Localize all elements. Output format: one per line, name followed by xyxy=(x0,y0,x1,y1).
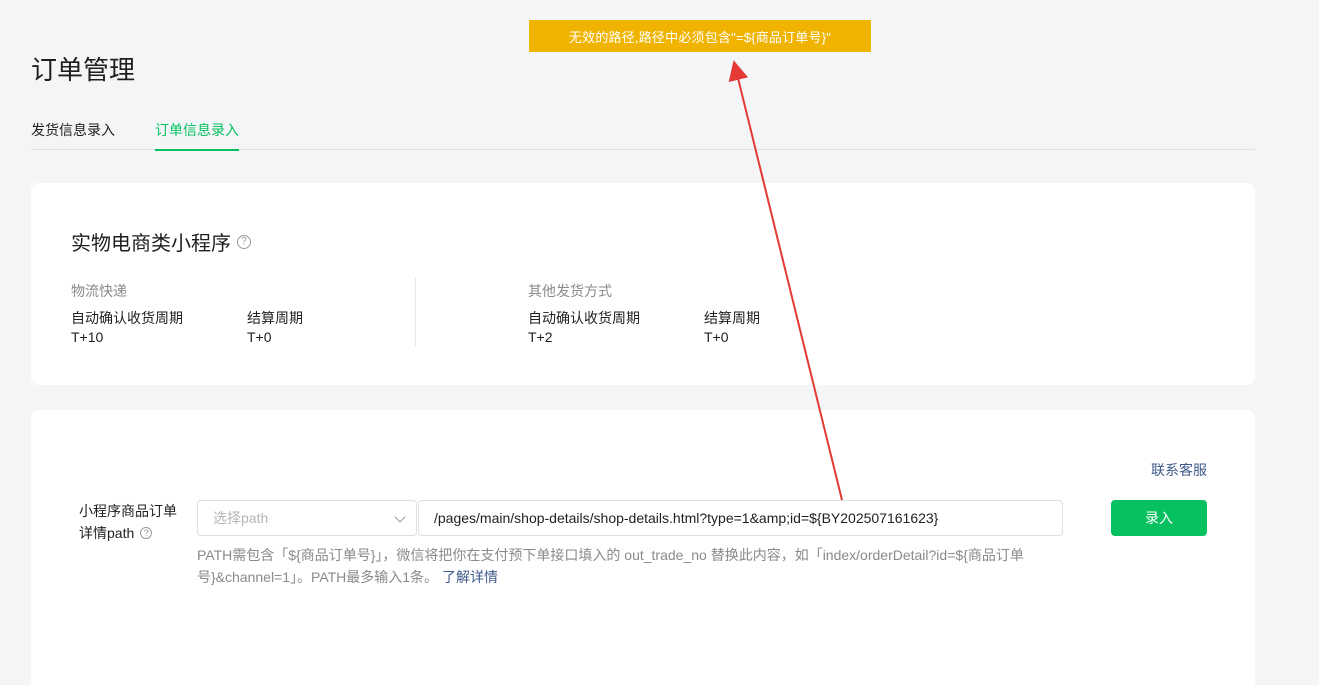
path-hint-text: PATH需包含「${商品订单号}」，微信将把你在支付预下单接口填入的 out_t… xyxy=(197,547,1024,585)
path-select-placeholder: 选择path xyxy=(213,510,269,526)
path-field-label: 小程序商品订单 详情path ? xyxy=(79,500,189,544)
auto-confirm-label: 自动确认收货周期 xyxy=(528,310,640,326)
settlement-value: T+0 xyxy=(704,329,729,345)
auto-confirm-label: 自动确认收货周期 xyxy=(71,310,183,326)
page-title: 订单管理 xyxy=(31,55,136,85)
path-input[interactable]: /pages/main/shop-details/shop-details.ht… xyxy=(418,500,1063,536)
divider xyxy=(415,278,416,346)
section-title-text: 实物电商类小程序 xyxy=(71,233,231,255)
auto-confirm-value: T+10 xyxy=(71,329,104,345)
settlement-label: 结算周期 xyxy=(704,310,760,326)
path-field-label-line2: 详情path xyxy=(79,525,135,541)
chevron-down-icon xyxy=(394,511,406,523)
path-hint: PATH需包含「${商品订单号}」，微信将把你在支付预下单接口填入的 out_t… xyxy=(197,544,1067,588)
path-field-label-line1: 小程序商品订单 xyxy=(79,503,177,519)
mini-program-info-card: 实物电商类小程序 ? 物流快递 自动确认收货周期 T+10 结算周期 T+0 其… xyxy=(31,183,1255,385)
order-path-card: 联系客服 小程序商品订单 详情path ? 选择path /pages/main… xyxy=(31,410,1255,685)
learn-more-link[interactable]: 了解详情 xyxy=(442,569,498,585)
path-form-row: 小程序商品订单 详情path ? 选择path /pages/main/shop… xyxy=(75,490,1209,590)
error-toast: 无效的路径,路径中必须包含"=${商品订单号}" xyxy=(529,20,871,52)
question-circle-icon[interactable]: ? xyxy=(140,527,153,539)
section-title: 实物电商类小程序 ? xyxy=(71,227,251,256)
auto-confirm-value: T+2 xyxy=(528,329,553,345)
settlement-value: T+0 xyxy=(247,329,272,345)
group-label-express: 物流快递 xyxy=(71,283,127,299)
settlement-label: 结算周期 xyxy=(247,310,303,326)
path-select[interactable]: 选择path xyxy=(197,500,417,536)
tab-order-info[interactable]: 订单信息录入 xyxy=(155,120,239,151)
contact-support-link[interactable]: 联系客服 xyxy=(1151,460,1207,480)
tab-shipping-info[interactable]: 发货信息录入 xyxy=(31,120,115,150)
submit-button[interactable]: 录入 xyxy=(1111,500,1207,536)
tab-bar: 发货信息录入 订单信息录入 xyxy=(31,110,1255,151)
group-label-other: 其他发货方式 xyxy=(528,283,612,299)
question-circle-icon[interactable]: ? xyxy=(237,234,251,249)
